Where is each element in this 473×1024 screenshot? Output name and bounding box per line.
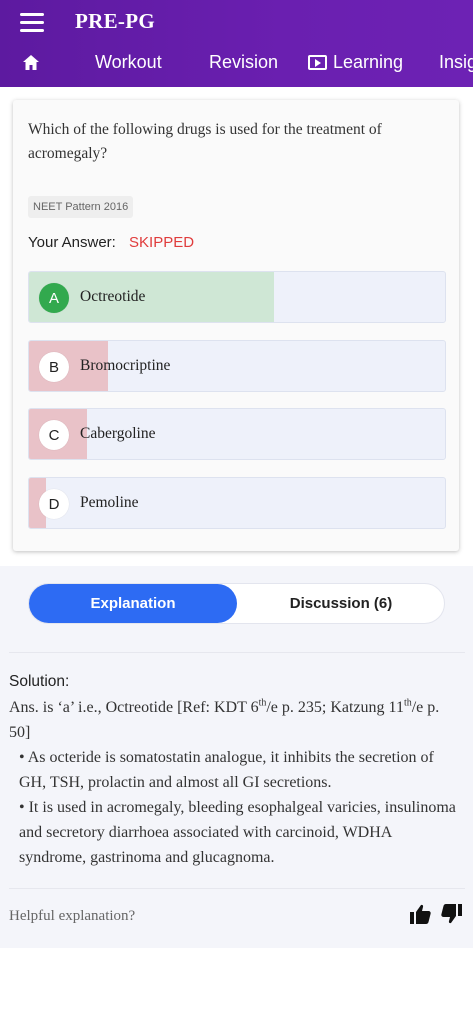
tab-learning-label: Learning [333, 52, 404, 72]
answer-status-badge: SKIPPED [129, 234, 195, 251]
answer-line: Ans. is ‘a’ i.e., Octreotide [Ref: KDT 6… [9, 697, 440, 741]
solution-title: Solution: [9, 673, 70, 690]
option-d-text: Pemoline [80, 494, 139, 511]
option-c-letter: C [39, 420, 69, 450]
top-nav-tabs: Workout Revision Learning Insig [0, 44, 473, 84]
play-screen-icon [308, 55, 327, 70]
question-text: Which of the following drugs is used for… [28, 121, 382, 162]
option-a-text: Octreotide [80, 288, 146, 305]
option-c-text: Cabergoline [80, 425, 156, 442]
option-b-letter: B [39, 352, 69, 382]
home-icon [23, 55, 39, 70]
thumbs-down-icon[interactable] [440, 902, 464, 926]
divider [9, 652, 465, 653]
tab-explanation[interactable]: Explanation [29, 584, 237, 623]
your-answer-label: Your Answer: [28, 234, 116, 251]
tab-revision[interactable]: Revision [209, 52, 278, 73]
divider [9, 888, 465, 889]
app-title: PRE-PG [75, 9, 155, 33]
option-a[interactable]: A Octreotide [28, 271, 446, 323]
app-header: PRE-PG Workout Revision Learning Insig [0, 0, 473, 87]
helpful-prompt: Helpful explanation? [9, 908, 136, 924]
option-d-letter: D [39, 489, 69, 519]
explanation-discussion-toggle: Explanation Discussion (6) [28, 583, 445, 624]
tab-insights[interactable]: Insig [439, 52, 473, 73]
solution-bullet: • As octeride is somatostatin analogue, … [19, 749, 434, 791]
explanation-section: Explanation Discussion (6) Solution: Ans… [0, 566, 473, 948]
menu-icon[interactable] [20, 13, 44, 33]
thumbs-up-icon[interactable] [408, 902, 432, 926]
solution-body: Ans. is ‘a’ i.e., Octreotide [Ref: KDT 6… [9, 695, 459, 870]
solution-bullet: • It is used in acromegaly, bleeding eso… [19, 799, 456, 866]
tab-workout[interactable]: Workout [95, 52, 162, 73]
option-b[interactable]: B Bromocriptine [28, 340, 446, 392]
question-card: Which of the following drugs is used for… [13, 100, 459, 551]
option-c[interactable]: C Cabergoline [28, 408, 446, 460]
exam-pattern-tag: NEET Pattern 2016 [28, 196, 134, 218]
your-answer-row: Your Answer: SKIPPED [28, 234, 194, 251]
tab-learning[interactable]: Learning [308, 52, 403, 73]
option-d[interactable]: D Pemoline [28, 477, 446, 529]
tab-home[interactable] [22, 54, 40, 71]
option-a-letter: A [39, 283, 69, 313]
option-b-text: Bromocriptine [80, 357, 171, 374]
tab-discussion[interactable]: Discussion (6) [237, 584, 445, 623]
